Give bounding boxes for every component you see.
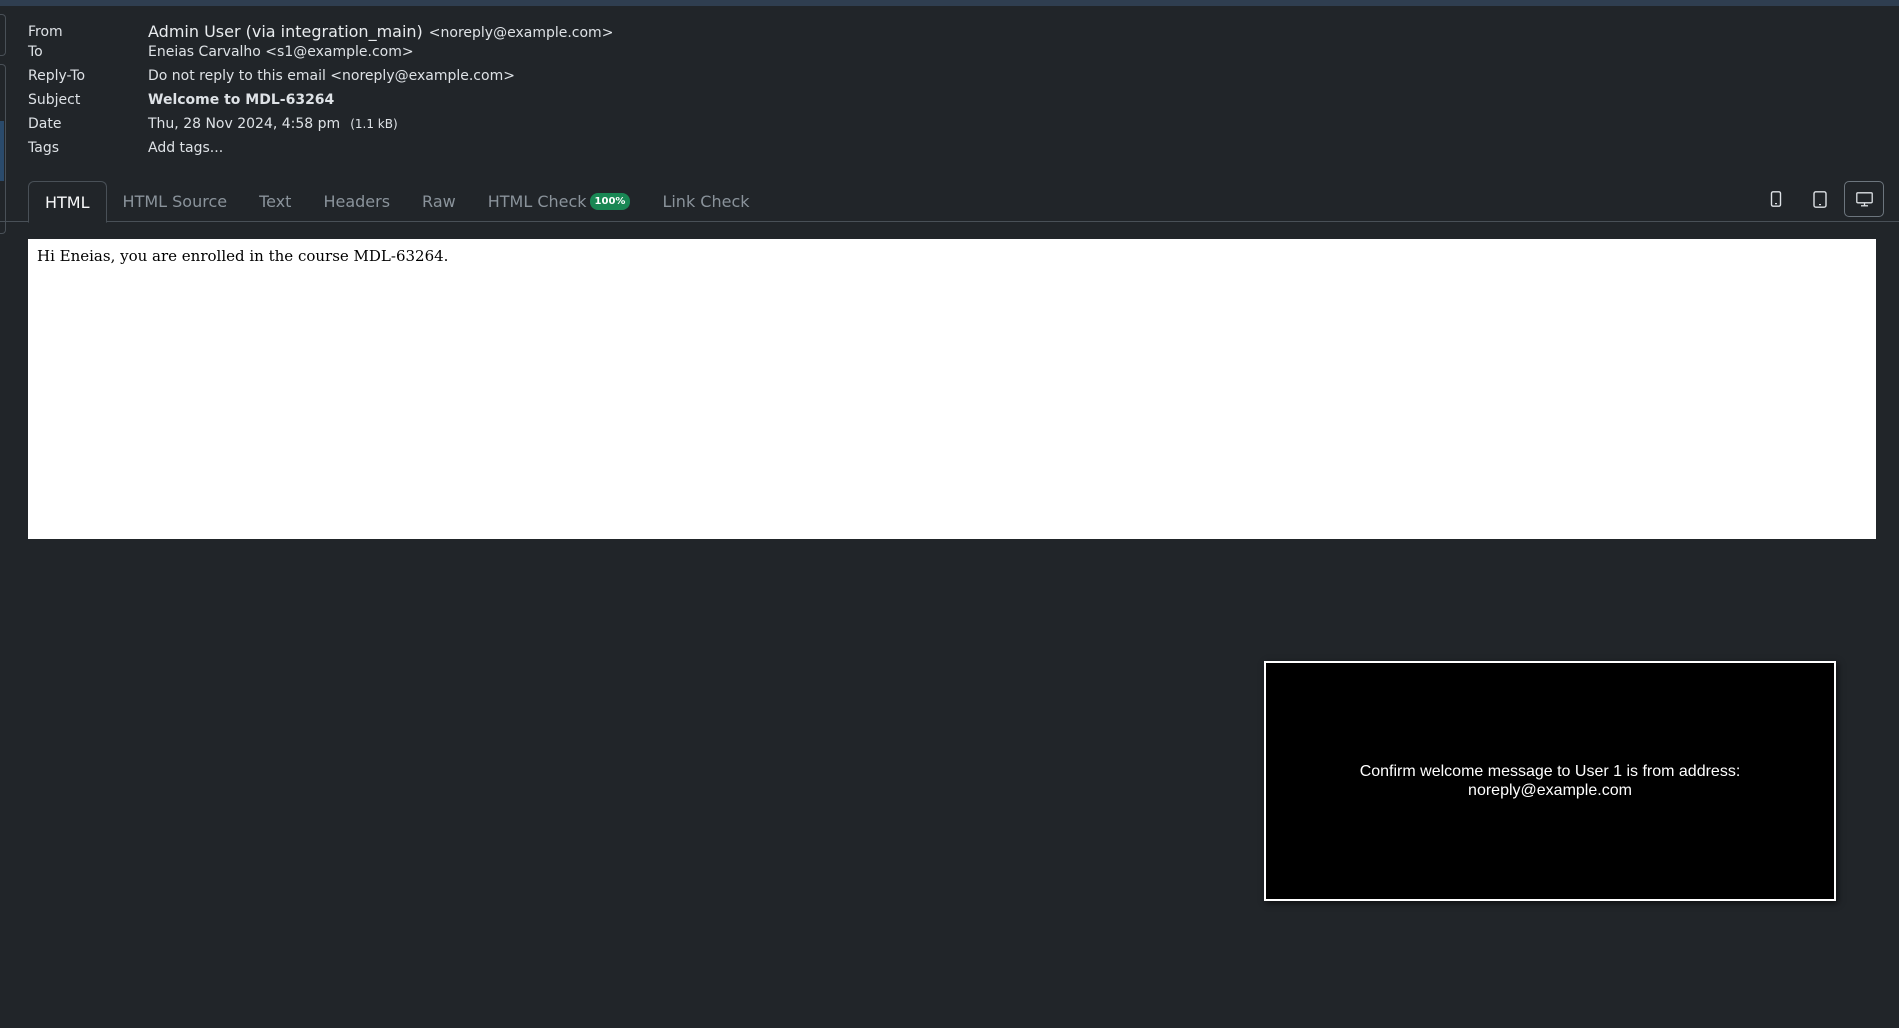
header-subject-row: Subject Welcome to MDL-63264 (28, 88, 928, 112)
tab-link-check-label: Link Check (662, 192, 750, 211)
left-sidebar-edge (0, 14, 6, 234)
overlay-message: Confirm welcome message to User 1 is fro… (1359, 763, 1741, 799)
test-step-overlay: Confirm welcome message to User 1 is fro… (1264, 661, 1836, 901)
header-reply-to-row: Reply-To Do not reply to this email <nor… (28, 64, 928, 88)
tab-headers-label: Headers (323, 192, 391, 211)
reply-to-value: Do not reply to this email <noreply@exam… (148, 68, 515, 84)
tab-html-source[interactable]: HTML Source (107, 181, 244, 222)
tab-text[interactable]: Text (243, 181, 307, 222)
phone-icon (1770, 191, 1782, 207)
date-text: Thu, 28 Nov 2024, 4:58 pm (148, 116, 341, 132)
tags-input[interactable]: Add tags... (148, 136, 223, 160)
tab-raw-label: Raw (422, 192, 456, 211)
tab-text-label: Text (259, 192, 292, 211)
html-check-score-badge: 100% (589, 193, 631, 210)
date-label: Date (28, 116, 62, 132)
html-preview-frame[interactable]: Hi Eneias, you are enrolled in the cours… (28, 239, 1876, 539)
tab-raw[interactable]: Raw (406, 181, 472, 222)
phone-view-button[interactable] (1756, 181, 1796, 217)
viewport-switcher (1756, 181, 1884, 217)
tab-html-check[interactable]: HTML Check 100% (472, 181, 647, 222)
subject-value: Welcome to MDL-63264 (148, 92, 335, 108)
tablet-view-button[interactable] (1800, 181, 1840, 217)
tab-link-check[interactable]: Link Check (646, 181, 765, 222)
email-body-text: Hi Eneias, you are enrolled in the cours… (37, 247, 449, 265)
view-tabs: HTML HTML Source Text Headers Raw HTML C… (28, 181, 766, 223)
sidebar-active-indicator (0, 121, 4, 181)
reply-to-label: Reply-To (28, 68, 86, 84)
to-value[interactable]: Eneias Carvalho <s1@example.com> (148, 40, 414, 64)
from-name: Admin User (via integration_main) (148, 22, 423, 41)
from-address: <noreply@example.com> (428, 25, 614, 41)
top-bar (0, 0, 1899, 6)
date-value: Thu, 28 Nov 2024, 4:58 pm (1.1 kB) (148, 112, 398, 136)
desktop-icon (1855, 191, 1873, 206)
header-tags-row: Tags Add tags... (28, 136, 928, 160)
sidebar-panel-top[interactable] (0, 14, 6, 56)
tab-html-source-label: HTML Source (122, 192, 228, 211)
tags-label: Tags (28, 140, 59, 156)
message-headers: From Admin User (via integration_main) <n… (28, 20, 928, 160)
tab-html-check-label: HTML Check (487, 192, 587, 211)
tab-html-label: HTML (45, 193, 90, 212)
desktop-view-button[interactable] (1844, 181, 1884, 217)
tab-html[interactable]: HTML (28, 181, 107, 223)
to-label: To (28, 44, 43, 60)
header-date-row: Date Thu, 28 Nov 2024, 4:58 pm (1.1 kB) (28, 112, 928, 136)
header-to-row: To Eneias Carvalho <s1@example.com> (28, 40, 928, 64)
message-size: (1.1 kB) (350, 117, 398, 131)
subject-label: Subject (28, 92, 81, 108)
tab-headers[interactable]: Headers (307, 181, 406, 222)
sidebar-panel-list[interactable] (0, 64, 6, 234)
tablet-icon (1813, 190, 1827, 208)
